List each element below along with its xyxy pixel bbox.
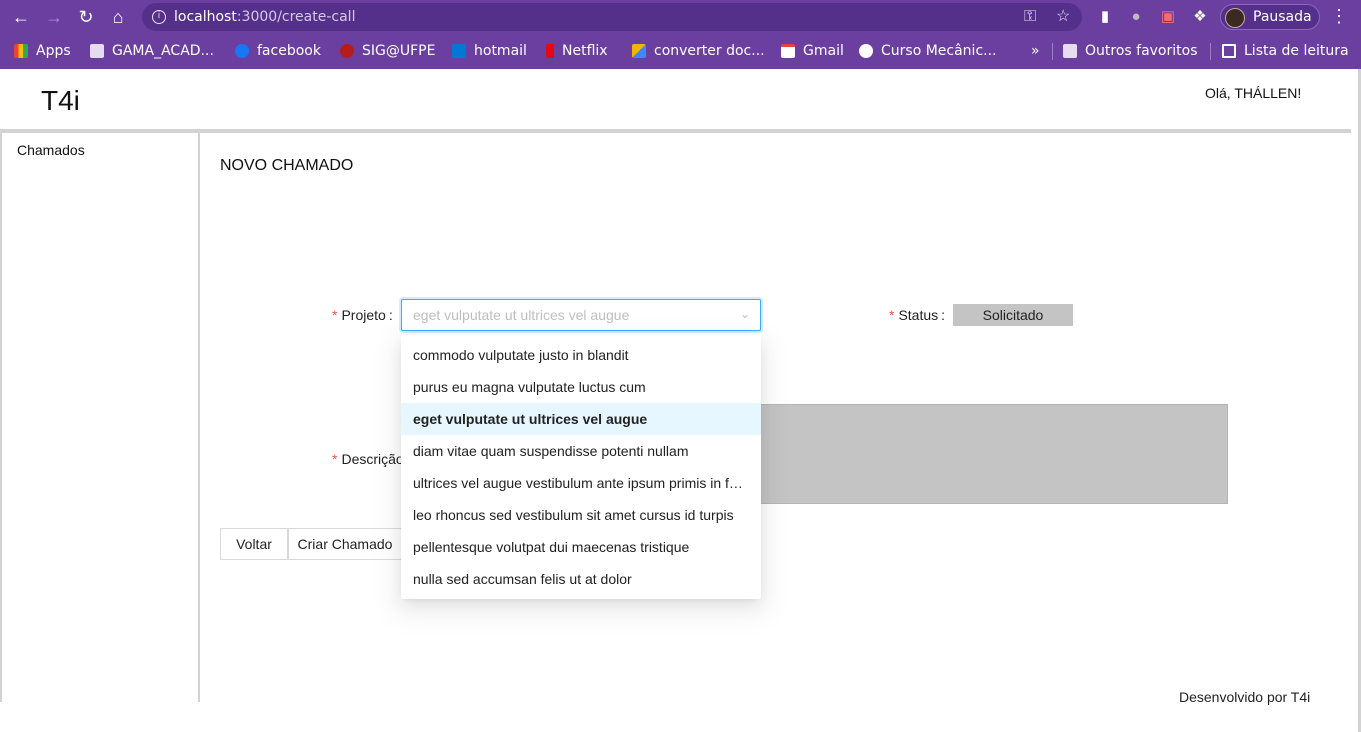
puzzle-extensions-icon[interactable]: ❖ [1190,7,1210,27]
bookmark-gmail[interactable]: Gmail [781,41,844,61]
page-title: NOVO CHAMADO [220,157,354,174]
bookmark-converter[interactable]: converter doc... [632,41,765,61]
header-divider [0,129,1351,133]
bookmark-netflix[interactable]: Netflix [546,41,608,61]
bookmark-sig-ufpe[interactable]: SIG@UFPE [340,41,435,61]
signal-extension-icon[interactable]: ▮ [1095,7,1115,27]
address-bar[interactable]: i localhost:3000/create-call ⚿ ☆ [142,3,1082,31]
required-mark: * [332,451,338,467]
netflix-icon [546,44,554,58]
extension-red-icon[interactable]: ▣ [1158,7,1178,27]
profile-label: Pausada [1253,9,1312,25]
create-call-button[interactable]: Criar Chamado [288,528,402,560]
gmail-icon [781,44,795,58]
dropdown-option[interactable]: nulla sed accumsan felis ut at dolor [401,563,761,595]
site-info-icon[interactable]: i [152,10,166,24]
project-select[interactable]: eget vulputate ut ultrices vel augue ⌄ [401,299,761,331]
project-label: * Projeto: [332,307,393,323]
bookmark-lista-leitura[interactable]: Lista de leitura [1222,41,1349,61]
reading-list-icon [1222,44,1236,58]
apps-grid-icon [14,44,28,58]
dropdown-option[interactable]: purus eu magna vulputate luctus cum [401,371,761,403]
balloon-extension-icon[interactable]: ● [1126,7,1146,27]
sidebar: Chamados [0,133,200,702]
browser-toolbar: ← → ↻ ⌂ i localhost:3000/create-call ⚿ ☆… [0,0,1361,34]
app-page: T4i Olá, THÁLLEN! Chamados NOVO CHAMADO … [0,69,1361,732]
bookmark-gama-acad[interactable]: GAMA_ACAD... [90,41,214,61]
sidebar-item-chamados[interactable]: Chamados [17,142,85,158]
star-bookmark-icon[interactable]: ☆ [1056,8,1070,26]
bookmark-hotmail[interactable]: hotmail [452,41,527,61]
bookmarks-separator [1052,43,1053,60]
status-value: Solicitado [953,304,1073,326]
home-icon[interactable]: ⌂ [107,6,129,28]
description-label: * Descrição [332,451,404,467]
dropdown-option-selected[interactable]: eget vulputate ut ultrices vel augue [401,403,761,435]
dropdown-option[interactable]: diam vitae quam suspendisse potenti null… [401,435,761,467]
chevron-down-icon: ⌄ [739,307,750,321]
bookmark-apps[interactable]: Apps [14,41,71,61]
reload-icon[interactable]: ↻ [75,6,97,28]
dropdown-option[interactable]: pellentesque volutpat dui maecenas trist… [401,531,761,563]
required-mark: * [332,307,338,323]
back-button[interactable]: Voltar [220,528,288,560]
key-icon[interactable]: ⚿ [1024,8,1036,26]
project-dropdown-menu: commodo vulputate justo in blandit purus… [401,335,761,599]
project-select-value: eget vulputate ut ultrices vel augue [413,307,630,323]
app-logo[interactable]: T4i [41,85,80,117]
back-arrow-icon[interactable]: ← [10,6,32,28]
required-mark: * [889,307,895,323]
bookmark-outros-favoritos[interactable]: Outros favoritos [1063,41,1198,61]
facebook-icon [235,44,249,58]
bookmarks-overflow[interactable]: » [1031,41,1040,61]
status-label: * Status: [889,307,946,323]
course-icon [859,44,873,58]
bookmarks-separator [1210,43,1211,60]
dropdown-option[interactable]: commodo vulputate justo in blandit [401,339,761,371]
bookmark-facebook[interactable]: facebook [235,41,321,61]
outlook-icon [452,44,466,58]
menu-dots-icon[interactable]: ⋮ [1330,6,1348,27]
converter-icon [632,44,646,58]
avatar [1225,8,1245,28]
sig-icon [340,44,354,58]
dropdown-option[interactable]: ultrices vel augue vestibulum ante ipsum… [401,467,761,499]
bookmarks-bar: Apps GAMA_ACAD... facebook SIG@UFPE hotm… [0,34,1361,69]
folder-icon [90,44,104,58]
folder-icon [1063,44,1077,58]
url-text: localhost:3000/create-call [174,9,356,25]
profile-button[interactable]: Pausada [1220,4,1320,30]
bookmark-curso[interactable]: Curso Mecânic... [859,41,997,61]
dropdown-option[interactable]: leo rhoncus sed vestibulum sit amet curs… [401,499,761,531]
user-greeting: Olá, THÁLLEN! [1205,85,1302,101]
footer-credit: Desenvolvido por T4i [1179,689,1311,705]
forward-arrow-icon[interactable]: → [43,6,65,28]
